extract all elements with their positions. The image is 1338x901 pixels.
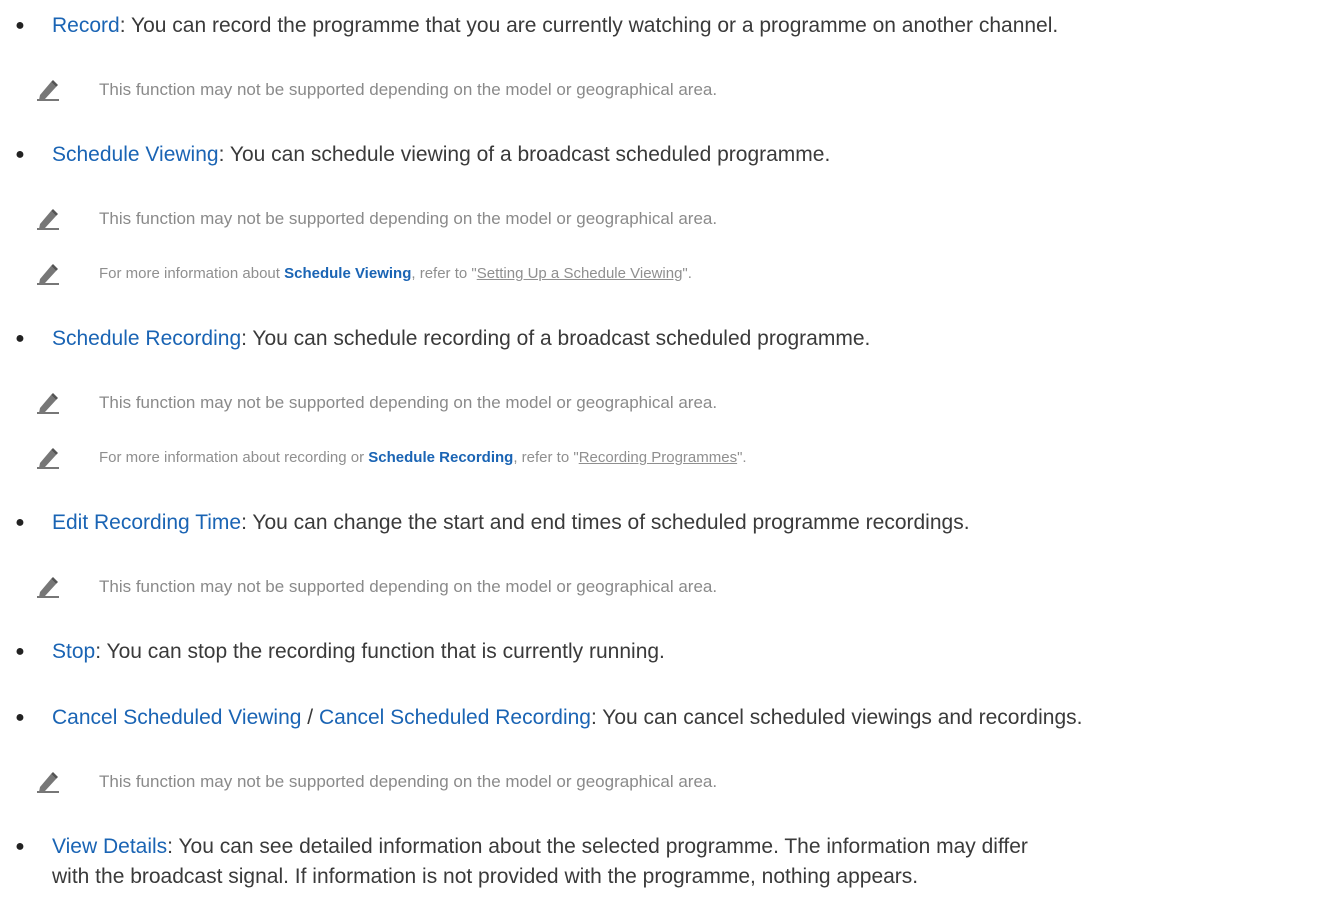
term-schedule-viewing-link[interactable]: Schedule Viewing [284, 265, 411, 282]
note-text: This function may not be supported depen… [99, 209, 718, 228]
term-view-details[interactable]: View Details [52, 835, 167, 858]
note-suffix: ". [682, 265, 692, 282]
note-text: This function may not be supported depen… [99, 577, 718, 596]
item-description: : You can change the start and end times… [241, 511, 970, 534]
item-description: : You can cancel scheduled viewings and … [590, 706, 1083, 729]
term-edit-recording-time[interactable]: Edit Recording Time [52, 511, 241, 534]
pencil-icon [37, 577, 59, 598]
pencil-icon [37, 209, 59, 230]
note-prefix: For more information about [99, 265, 285, 282]
term-record[interactable]: Record [52, 14, 120, 37]
term-stop[interactable]: Stop [52, 640, 95, 663]
item-description: : You can record the programme that you … [119, 14, 1059, 37]
term-cancel-scheduled-recording[interactable]: Cancel Scheduled Recording [319, 706, 591, 729]
bullet-dot: ● [15, 838, 25, 855]
note-middle: , refer to " [513, 449, 579, 466]
item-description: : You can see detailed information about… [167, 835, 1028, 858]
pencil-icon [37, 448, 59, 469]
bullet-dot: ● [15, 17, 25, 34]
note-text: This function may not be supported depen… [99, 80, 718, 99]
reference-link[interactable]: Recording Programmes [579, 449, 737, 466]
pencil-icon [37, 393, 59, 414]
term-schedule-recording-link[interactable]: Schedule Recording [368, 449, 513, 466]
term-schedule-viewing[interactable]: Schedule Viewing [52, 143, 219, 166]
term-schedule-recording[interactable]: Schedule Recording [52, 327, 241, 350]
pencil-icon [37, 80, 59, 101]
note-text: This function may not be supported depen… [99, 393, 718, 412]
bullet-dot: ● [15, 709, 25, 726]
item-description: : You can stop the recording function th… [95, 640, 665, 663]
separator: / [301, 706, 319, 729]
bullet-dot: ● [15, 146, 25, 163]
reference-link[interactable]: Setting Up a Schedule Viewing [477, 265, 683, 282]
note-text: This function may not be supported depen… [99, 772, 718, 791]
bullet-dot: ● [15, 330, 25, 347]
bullet-dot: ● [15, 643, 25, 660]
item-description: : You can schedule viewing of a broadcas… [218, 143, 831, 166]
note-prefix: For more information about recording or [99, 449, 369, 466]
bullet-dot: ● [15, 514, 25, 531]
pencil-icon [37, 772, 59, 793]
note-middle: , refer to " [411, 265, 477, 282]
term-cancel-scheduled-viewing[interactable]: Cancel Scheduled Viewing [52, 706, 301, 729]
item-description: : You can schedule recording of a broadc… [241, 327, 871, 350]
item-description-continued: with the broadcast signal. If informatio… [52, 865, 919, 888]
pencil-icon [37, 264, 59, 285]
note-suffix: ". [737, 449, 747, 466]
